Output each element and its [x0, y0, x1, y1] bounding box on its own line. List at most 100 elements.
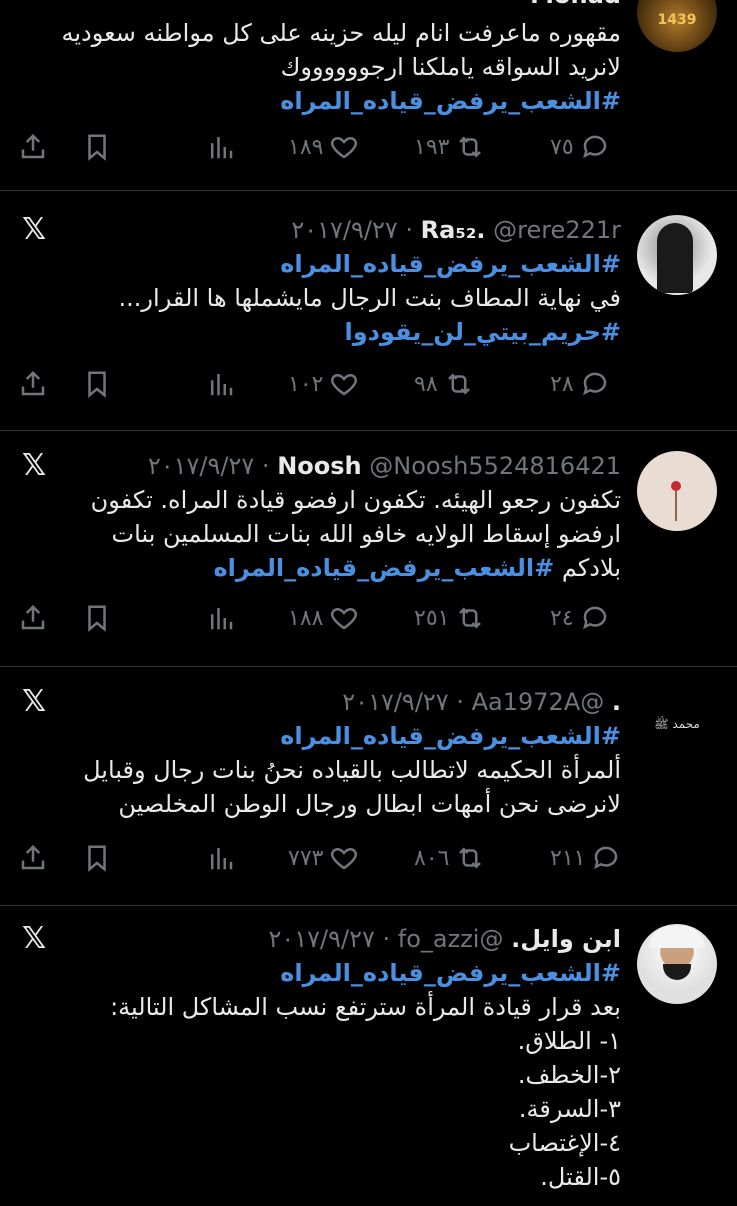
views-button[interactable] [206, 843, 236, 873]
tweet[interactable]: 𝕏 محمد ﷺ . @Aa1972A · ٢٠١٧/٩/٢٧ #الشعب_ي… [0, 667, 737, 906]
reply-count: ٧٥ [550, 134, 574, 160]
tweet-feed: 1439 Mohad مقهوره ماعرفت انام ليله حزينه… [0, 0, 737, 1206]
like-button[interactable]: ٧٧٣ [288, 843, 359, 873]
hashtag-link[interactable]: #حريم_بيتي_لن_يقودوا [30, 315, 621, 349]
like-button[interactable]: ١٨٩ [288, 132, 359, 162]
hashtag-link[interactable]: #الشعب_يرفض_قياده_المراه [30, 956, 621, 990]
author-name[interactable]: Ra₅₂. [421, 216, 486, 244]
tweet-line: ٣-السرقة. [518, 1095, 621, 1123]
tweet-date[interactable]: ٢٠١٧/٩/٢٧ [342, 688, 448, 716]
share-icon [21, 844, 45, 870]
like-button[interactable]: ١٠٢ [288, 369, 359, 399]
author-name[interactable]: ابن وايل. [511, 925, 621, 953]
reply-count: ٢١١ [550, 845, 586, 871]
views-button[interactable] [206, 369, 236, 399]
tweet-line: ٤-الإغتصاب [508, 1129, 621, 1157]
retweet-count: ٨٠٦ [414, 845, 450, 871]
avatar-headdress [649, 926, 705, 948]
avatar-figure [657, 223, 693, 293]
share-button[interactable] [18, 369, 48, 399]
reply-button[interactable]: ٢٤ [550, 603, 610, 633]
tweet-line-last: بلادكم #الشعب_يرفض_قياده_المراه [30, 551, 621, 585]
author-name[interactable]: . [612, 688, 621, 716]
author-handle[interactable]: @fo_azzi [398, 925, 504, 953]
tweet-date[interactable]: ٢٠١٧/٩/٢٧ [268, 925, 374, 953]
tweet-line: ارفضو إسقاط الولايه خافو الله بنات المسل… [111, 520, 621, 548]
views-button[interactable] [206, 132, 236, 162]
bookmark-icon [88, 371, 106, 398]
bookmark-button[interactable] [82, 603, 112, 633]
avatar[interactable] [637, 451, 717, 531]
reply-button[interactable]: ٧٥ [550, 132, 610, 162]
share-button[interactable] [18, 603, 48, 633]
tweet-line: ألمرأة الحكيمه لاتطالب بالقياده نحنُ بنا… [83, 756, 621, 784]
reply-icon [582, 135, 606, 159]
reply-icon [582, 606, 606, 630]
retweet-icon [459, 607, 482, 629]
tweet-line: تكفون رجعو الهيئه. تكفون ارفضو قيادة الم… [90, 486, 621, 514]
heart-icon [331, 373, 358, 396]
retweet-count: ٢٥١ [414, 605, 450, 631]
tweet-line: ١- الطلاق. [517, 1027, 621, 1055]
tweet-date[interactable]: ٢٠١٧/٩/٢٧ [291, 216, 397, 244]
separator-dot: · [405, 216, 413, 244]
separator-dot: · [456, 688, 464, 716]
separator-dot: · [382, 925, 391, 953]
bookmark-button[interactable] [82, 369, 112, 399]
retweet-button[interactable]: ٢٥١ [414, 603, 485, 633]
bookmark-button[interactable] [82, 132, 112, 162]
tweet-actions: ١٠٢ ٩٨ ٢٨ [18, 369, 623, 405]
views-icon [211, 374, 233, 396]
tweet[interactable]: 𝕏 Ra₅₂. @rere221r · ٢٠١٧/٩/٢٧ #الشعب_يرف… [0, 191, 737, 431]
tweet-line: في نهاية المطاف بنت الرجال مايشملها ها ا… [118, 284, 621, 312]
author-handle[interactable]: @Noosh5524816421 [369, 452, 621, 480]
avatar-stem [675, 491, 677, 521]
avatar-logo-text: 1439 [657, 12, 697, 28]
bookmark-icon [88, 134, 106, 161]
hashtag-link[interactable]: #الشعب_يرفض_قياده_المراه [30, 719, 621, 753]
bookmark-icon [88, 845, 106, 872]
author-name[interactable]: Noosh [277, 452, 361, 480]
tweet-header: Ra₅₂. @rere221r · ٢٠١٧/٩/٢٧ [291, 213, 621, 247]
author-name[interactable]: Mohad [530, 0, 621, 9]
separator-dot: · [261, 452, 270, 480]
tweet[interactable]: 𝕏 Noosh @Noosh5524816421 · ٢٠١٧/٩/٢٧ تكف… [0, 431, 737, 667]
author-handle[interactable]: @rere221r [493, 216, 621, 244]
hashtag-link[interactable]: #الشعب_يرفض_قياده_المراه [30, 84, 621, 118]
retweet-button[interactable]: ٨٠٦ [414, 843, 485, 873]
reply-button[interactable]: ٢٨ [550, 369, 610, 399]
retweet-icon [447, 373, 470, 395]
share-button[interactable] [18, 843, 48, 873]
like-count: ٧٧٣ [288, 845, 324, 871]
share-icon [21, 604, 45, 630]
reply-button[interactable]: ٢١١ [550, 843, 621, 873]
tweet-header: Mohad [530, 0, 621, 12]
share-button[interactable] [18, 132, 48, 162]
heart-icon [331, 847, 358, 870]
tweet[interactable]: 𝕏 ابن وايل. @fo_azzi · ٢٠١٧/٩/٢٧ #الشعب_… [0, 906, 737, 1206]
retweet-button[interactable]: ٩٨ [414, 369, 474, 399]
tweet-date[interactable]: ٢٠١٧/٩/٢٧ [148, 452, 254, 480]
avatar[interactable]: محمد ﷺ [637, 687, 717, 767]
tweet-actions: ١٨٨ ٢٥١ ٢٤ [18, 603, 623, 639]
retweet-icon [459, 847, 482, 869]
avatar-flower [671, 481, 681, 491]
x-logo-icon: 𝕏 [22, 212, 47, 247]
views-button[interactable] [206, 603, 236, 633]
hashtag-link[interactable]: #الشعب_يرفض_قياده_المراه [213, 554, 554, 582]
hashtag-link[interactable]: #الشعب_يرفض_قياده_المراه [30, 247, 621, 281]
tweet-text: مقهوره ماعرفت انام ليله حزينه على كل موا… [30, 16, 622, 118]
avatar[interactable]: 1439 [637, 0, 717, 52]
tweet-line: مقهوره ماعرفت انام ليله حزينه على كل موا… [61, 19, 622, 47]
retweet-count: ٩٨ [414, 371, 438, 397]
like-button[interactable]: ١٨٨ [288, 603, 359, 633]
bookmark-button[interactable] [82, 843, 112, 873]
author-handle[interactable]: @Aa1972A [472, 688, 605, 716]
heart-icon [331, 607, 358, 630]
tweet[interactable]: 1439 Mohad مقهوره ماعرفت انام ليله حزينه… [0, 0, 737, 191]
avatar[interactable] [637, 924, 717, 1004]
avatar[interactable] [637, 215, 717, 295]
tweet-actions: ١٨٩ ١٩٣ ٧٥ [18, 132, 623, 168]
retweet-button[interactable]: ١٩٣ [414, 132, 485, 162]
share-icon [21, 370, 45, 396]
